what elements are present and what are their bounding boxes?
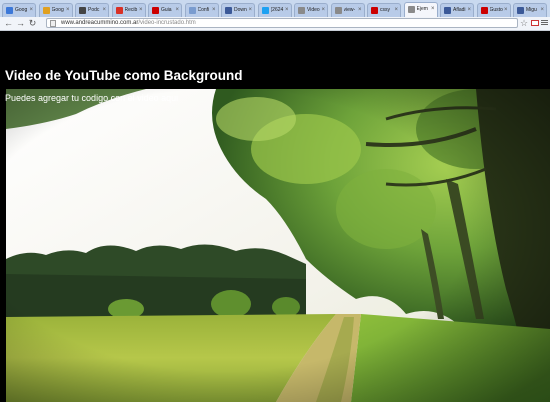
tab-close-icon[interactable]: × bbox=[139, 4, 143, 17]
tab-favicon-icon bbox=[407, 6, 415, 13]
browser-tab[interactable]: Goog × bbox=[2, 3, 36, 17]
url-domain: www.andreacummino.com.ar bbox=[61, 20, 139, 26]
browser-tab[interactable]: Recib × bbox=[111, 3, 146, 17]
bookmark-star-icon[interactable]: ☆ bbox=[520, 18, 528, 29]
tab-close-icon[interactable]: × bbox=[66, 4, 70, 17]
tab-close-icon[interactable]: × bbox=[321, 4, 325, 17]
tab-close-icon[interactable]: × bbox=[431, 3, 435, 16]
tab-close-icon[interactable]: × bbox=[29, 4, 33, 17]
tab-favicon-icon bbox=[79, 7, 86, 14]
tab-favicon-icon bbox=[298, 7, 305, 14]
browser-tab[interactable]: Confi × bbox=[184, 3, 219, 17]
page-subtitle: Puedes agregar tu codigo con el video aq… bbox=[5, 93, 179, 103]
browser-tab[interactable]: Ejem × bbox=[403, 2, 438, 17]
address-bar[interactable]: www.andreacummino.com.ar/video-incrustad… bbox=[46, 18, 518, 28]
wrench-menu-icon[interactable] bbox=[541, 19, 548, 28]
browser-tab[interactable]: (2624 × bbox=[257, 3, 292, 17]
browser-tab[interactable]: Down × bbox=[221, 3, 255, 17]
tab-close-icon[interactable]: × bbox=[394, 4, 398, 17]
tab-favicon-icon bbox=[371, 7, 378, 14]
tab-favicon-icon bbox=[6, 7, 13, 14]
tab-close-icon[interactable]: × bbox=[540, 4, 544, 17]
page-icon bbox=[50, 20, 56, 27]
tab-favicon-icon bbox=[334, 7, 342, 14]
forward-icon[interactable]: → bbox=[15, 18, 26, 29]
tab-close-icon[interactable]: × bbox=[175, 4, 179, 17]
tab-close-icon[interactable]: × bbox=[102, 4, 106, 17]
tab-close-icon[interactable]: × bbox=[285, 4, 289, 17]
tab-favicon-icon bbox=[517, 7, 524, 14]
tab-favicon-icon bbox=[152, 7, 159, 14]
tab-favicon-icon bbox=[480, 7, 488, 14]
tab-close-icon[interactable]: × bbox=[212, 4, 216, 17]
browser-tab[interactable]: cssy × bbox=[367, 3, 401, 17]
browser-tab[interactable]: Guia × bbox=[148, 3, 182, 17]
url-text: www.andreacummino.com.ar/video-incrustad… bbox=[61, 19, 196, 28]
url-path: /video-incrustado.htm bbox=[138, 20, 196, 26]
tab-favicon-icon bbox=[42, 7, 50, 14]
page-title: Video de YouTube como Background bbox=[5, 68, 243, 83]
video-frame-forest-path bbox=[6, 89, 550, 402]
browser-tab[interactable]: view- × bbox=[330, 3, 365, 17]
reload-icon[interactable]: ↻ bbox=[27, 18, 38, 29]
gmail-icon[interactable] bbox=[531, 20, 539, 26]
browser-tab[interactable]: Goog × bbox=[38, 3, 73, 17]
page-content: Video de YouTube como Background Puedes … bbox=[0, 31, 550, 402]
browser-tab[interactable]: Afladi × bbox=[440, 3, 474, 17]
back-icon[interactable]: ← bbox=[3, 18, 14, 29]
browser-tab[interactable]: Video × bbox=[294, 3, 328, 17]
background-video[interactable] bbox=[6, 89, 550, 402]
browser-toolbar: ← → ↻ www.andreacummino.com.ar/video-inc… bbox=[0, 17, 550, 31]
tab-close-icon[interactable]: × bbox=[504, 4, 508, 17]
tab-favicon-icon bbox=[188, 7, 196, 14]
browser-tab[interactable]: Podc × bbox=[75, 3, 109, 17]
browser-tab[interactable]: Gusto × bbox=[476, 3, 511, 17]
browser-tab[interactable]: Migu × bbox=[513, 3, 547, 17]
tab-close-icon[interactable]: × bbox=[248, 4, 252, 17]
tab-favicon-icon bbox=[115, 7, 123, 14]
tab-favicon-icon bbox=[261, 7, 269, 14]
tab-close-icon[interactable]: × bbox=[467, 4, 471, 17]
tab-favicon-icon bbox=[444, 7, 451, 14]
tab-favicon-icon bbox=[225, 7, 232, 14]
tab-strip: Goog × Goog × Podc × Recib × Guia × Confi × Down × (26… bbox=[0, 0, 550, 18]
tab-close-icon[interactable]: × bbox=[358, 4, 362, 17]
